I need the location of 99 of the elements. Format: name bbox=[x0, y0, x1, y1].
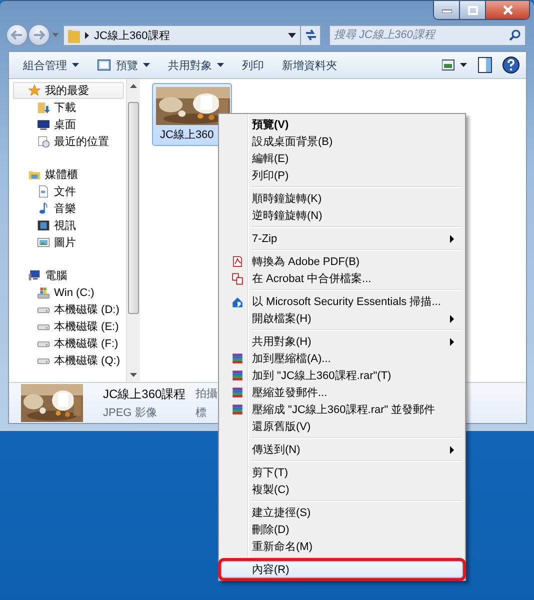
document-icon bbox=[37, 185, 50, 198]
scrollbar-thumb[interactable] bbox=[128, 102, 139, 314]
menu-item[interactable]: 在 Acrobat 中合併檔案... bbox=[221, 270, 463, 287]
house-shield-icon bbox=[230, 295, 244, 308]
scrollbar[interactable] bbox=[126, 79, 140, 382]
forward-button[interactable] bbox=[28, 24, 50, 46]
caret-icon bbox=[217, 63, 224, 67]
preview-pane-icon[interactable] bbox=[478, 57, 492, 73]
refresh-button[interactable] bbox=[300, 24, 321, 46]
music-note-icon bbox=[37, 202, 50, 215]
menu-item[interactable]: 內容(R) bbox=[221, 561, 463, 578]
toolbar-button[interactable]: 預覽 bbox=[89, 54, 158, 76]
navigation-item[interactable]: 文件 bbox=[13, 183, 126, 200]
address-bar[interactable]: JC線上360課程 bbox=[63, 24, 301, 46]
maximize-button[interactable] bbox=[460, 1, 486, 19]
detail-text: JPEG 影像 bbox=[103, 406, 158, 420]
file-item[interactable]: JC線上360 bbox=[152, 83, 232, 146]
menu-item[interactable]: 列印(P) bbox=[221, 167, 463, 184]
menu-item[interactable]: 壓縮成 "JC線上360課程.rar" 並發郵件 bbox=[221, 401, 463, 418]
minimize-button[interactable] bbox=[434, 1, 460, 19]
navigation-item[interactable]: 圖片 bbox=[13, 234, 126, 251]
navigation-item[interactable]: 本機磁碟 (Q:) bbox=[13, 352, 126, 369]
navigation-item[interactable]: 桌面 bbox=[13, 116, 126, 133]
pdf-merge-icon bbox=[230, 272, 244, 285]
detail-text: 拍攝 bbox=[196, 387, 218, 402]
folder-icon bbox=[68, 28, 80, 42]
menu-item[interactable]: 轉換為 Adobe PDF(B) bbox=[221, 253, 463, 270]
caret-icon bbox=[143, 63, 150, 67]
menu-item[interactable]: 順時鐘旋轉(K) bbox=[221, 190, 463, 207]
view-options-icon[interactable] bbox=[442, 59, 468, 71]
close-button[interactable] bbox=[486, 1, 529, 19]
menu-item[interactable]: 共用對象(H) bbox=[221, 333, 463, 350]
detail-text: JC線上360課程 bbox=[103, 386, 186, 403]
back-button[interactable] bbox=[6, 24, 28, 46]
toolbar-button[interactable]: 組合管理 bbox=[15, 54, 87, 76]
search-box[interactable]: 搜尋 JC線上360課程 bbox=[329, 24, 526, 46]
menu-item[interactable]: 剪下(T) bbox=[221, 464, 463, 481]
preview-icon bbox=[97, 59, 111, 71]
breadcrumb-arrow-icon bbox=[85, 32, 89, 38]
menu-item[interactable]: 加到壓縮檔(A)... bbox=[221, 350, 463, 367]
help-icon[interactable] bbox=[502, 56, 520, 74]
computer-icon bbox=[28, 269, 41, 282]
navigation-header[interactable]: 媒體櫃 bbox=[13, 166, 124, 183]
navigation-item[interactable]: 本機磁碟 (D:) bbox=[13, 301, 126, 318]
scroll-up-icon[interactable] bbox=[130, 84, 137, 88]
menu-item[interactable]: 開啟檔案(H) bbox=[221, 310, 463, 327]
menu-item[interactable]: 複製(C) bbox=[221, 481, 463, 498]
navigation-item[interactable]: 本機磁碟 (E:) bbox=[13, 318, 126, 335]
forward-arrow-icon bbox=[33, 30, 45, 40]
menu-item[interactable]: 以 Microsoft Security Essentials 掃描... bbox=[221, 293, 463, 310]
image-icon bbox=[37, 236, 50, 249]
scroll-down-icon[interactable] bbox=[130, 373, 137, 377]
address-path[interactable]: JC線上360課程 bbox=[94, 28, 283, 42]
detail-text: 標 bbox=[196, 406, 208, 420]
menu-item[interactable]: 加到 "JC線上360課程.rar"(T) bbox=[221, 367, 463, 384]
menu-item[interactable]: 傳送到(N) bbox=[221, 441, 463, 458]
submenu-arrow-icon bbox=[450, 314, 454, 322]
navigation-item[interactable]: Win (C:) bbox=[13, 284, 126, 301]
submenu-arrow-icon bbox=[450, 446, 454, 454]
navigation-item[interactable]: 音樂 bbox=[13, 200, 126, 217]
toolbar-button[interactable]: 共用對象 bbox=[160, 54, 232, 76]
system-drive-icon bbox=[37, 286, 50, 299]
menu-item[interactable]: 壓縮並發郵件... bbox=[221, 384, 463, 401]
maximize-icon bbox=[468, 6, 478, 14]
toolbar-button[interactable]: 列印 bbox=[234, 54, 272, 76]
close-icon bbox=[502, 5, 514, 15]
menu-item[interactable]: 逆時鐘旋轉(N) bbox=[221, 207, 463, 224]
menu-item[interactable]: 還原舊版(V) bbox=[221, 418, 463, 435]
book-stack-icon bbox=[230, 403, 244, 416]
toolbar-button[interactable]: 新增資料夾 bbox=[274, 54, 345, 76]
submenu-arrow-icon bbox=[450, 338, 454, 346]
menu-item[interactable]: 刪除(D) bbox=[221, 521, 463, 538]
book-stack-icon bbox=[230, 352, 244, 365]
book-stack-icon bbox=[230, 369, 244, 382]
caret-icon bbox=[72, 63, 79, 67]
navigation-item[interactable]: 最近的位置 bbox=[13, 133, 126, 150]
submenu-arrow-icon bbox=[450, 234, 454, 242]
navigation-header[interactable]: 我的最愛 bbox=[13, 82, 124, 99]
monitor-icon bbox=[37, 118, 50, 131]
navigation-item[interactable]: 視訊 bbox=[13, 217, 126, 234]
menu-item[interactable]: 編輯(E) bbox=[221, 150, 463, 167]
menu-item[interactable]: 建立捷徑(S) bbox=[221, 504, 463, 521]
menu-item[interactable]: 7-Zip bbox=[221, 230, 463, 247]
book-stack-icon bbox=[230, 386, 244, 399]
minimize-icon bbox=[442, 7, 452, 13]
menu-item[interactable]: 重新命名(M) bbox=[221, 538, 463, 555]
film-icon bbox=[37, 219, 50, 232]
search-icon[interactable] bbox=[509, 29, 521, 41]
dropdown-arrow-icon[interactable] bbox=[288, 32, 296, 38]
recent-places-icon bbox=[37, 135, 50, 148]
search-field[interactable]: 搜尋 JC線上360課程 bbox=[334, 29, 509, 41]
star-icon bbox=[28, 84, 41, 97]
navigation-item[interactable]: 下載 bbox=[13, 99, 126, 116]
pdf-icon bbox=[230, 255, 244, 268]
download-folder-icon bbox=[37, 101, 50, 114]
back-arrow-icon bbox=[11, 30, 23, 40]
navigation-item[interactable]: 本機磁碟 (F:) bbox=[13, 335, 126, 352]
navigation-header[interactable]: 電腦 bbox=[13, 267, 124, 284]
refresh-icon bbox=[304, 29, 318, 41]
